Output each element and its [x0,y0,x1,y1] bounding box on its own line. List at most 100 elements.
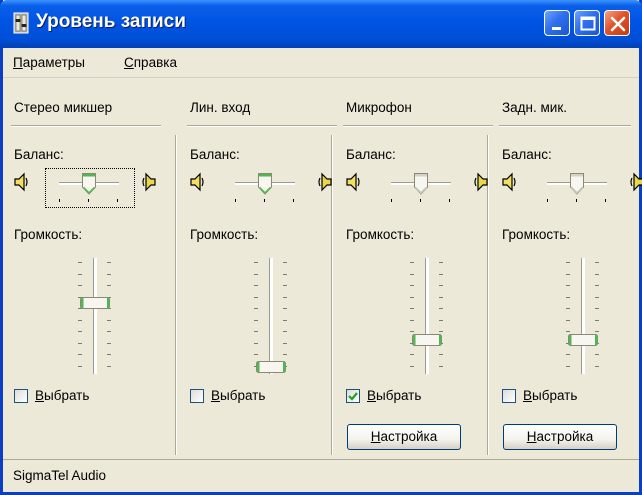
volume-tick [254,296,258,298]
balance-slider-thumb[interactable] [257,172,273,196]
menu-parameters[interactable]: Параметры [13,55,85,70]
volume-slider-thumb[interactable] [567,333,599,347]
minimize-button[interactable] [544,10,570,36]
volume-tick [595,319,599,321]
volume-slider-thumb[interactable] [255,360,287,374]
menu-help[interactable]: Справка [124,55,177,70]
device-name: SigmaTel Audio [13,468,107,483]
channel-header-separator [11,125,161,127]
volume-tick [439,273,443,275]
channel-header-separator [499,125,631,127]
channel-title: Микрофон [346,100,412,115]
volume-tick [283,354,287,355]
right-speaker-icon [142,172,156,192]
volume-tick [283,285,287,286]
right-speaker [473,172,489,192]
mixer-channels: Стерео микшер Баланс: Громкость: Выбрать Лин… [3,79,642,458]
volume-tick [595,262,599,263]
volume-tick [78,273,82,275]
volume-tick [254,285,258,286]
left-speaker-icon [346,172,360,192]
balance-slider-thumb[interactable] [413,172,429,196]
volume-label: Громкость: [502,227,571,242]
channel-header-separator [343,125,493,127]
volume-tick [254,319,258,321]
select-checkbox-label[interactable]: Выбрать [35,388,89,403]
volume-tick [107,262,111,263]
volume-tick [78,354,82,355]
menu-bar: Параметры Справка [3,48,639,78]
balance-tick [235,199,236,202]
settings-button[interactable]: Настройка [503,424,617,450]
volume-slider-track[interactable] [425,258,429,374]
right-speaker [141,172,157,192]
balance-label: Баланс: [502,147,552,162]
volume-tick [283,262,287,263]
volume-tick [410,262,414,263]
settings-button[interactable]: Настройка [347,424,461,450]
volume-tick [283,296,287,298]
volume-tick [410,308,414,309]
focus-indicator [45,168,135,208]
volume-tick [254,273,258,275]
volume-tick [107,331,111,332]
right-speaker [317,172,333,192]
channel-title: Лин. вход [190,100,251,115]
volume-slider-thumb[interactable] [79,296,111,310]
maximize-button[interactable] [574,10,600,36]
volume-tick [566,285,570,286]
volume-tick [566,296,570,298]
right-speaker-icon [630,172,642,192]
volume-slider-track[interactable] [269,258,273,374]
balance-tick [605,199,606,202]
balance-slider-thumb[interactable] [569,172,585,196]
volume-tick [439,285,443,286]
balance-tick [391,199,392,202]
close-icon [610,16,626,32]
volume-tick [107,319,111,321]
volume-tick [410,273,414,275]
volume-tick [566,262,570,263]
select-checkbox-label[interactable]: Выбрать [211,388,265,403]
left-speaker-icon [502,172,516,192]
volume-tick [410,296,414,298]
left-speaker-icon [190,172,204,192]
volume-tick [283,342,287,344]
select-checkbox-label[interactable]: Выбрать [523,388,577,403]
volume-slider-track[interactable] [93,258,97,374]
right-speaker-icon [318,172,332,192]
volume-tick [254,331,258,332]
volume-tick [254,342,258,344]
volume-tick [78,262,82,263]
volume-tick [107,342,111,344]
volume-slider-track[interactable] [581,258,585,374]
volume-tick [566,319,570,321]
left-speaker-icon [14,172,28,192]
right-speaker-icon [474,172,488,192]
select-checkbox[interactable] [14,389,28,403]
volume-tick [107,285,111,286]
volume-tick [439,262,443,263]
minimize-icon [552,27,561,30]
volume-tick [283,319,287,321]
select-checkbox-label[interactable]: Выбрать [367,388,421,403]
volume-tick [566,354,570,355]
title-bar[interactable]: Уровень записи [0,0,642,48]
volume-tick [410,319,414,321]
mixer-app-icon [13,12,29,34]
select-checkbox[interactable] [190,389,204,403]
volume-tick [595,308,599,309]
volume-tick [283,273,287,275]
select-checkbox[interactable] [502,389,516,403]
volume-tick [254,308,258,309]
balance-label: Баланс: [190,147,240,162]
volume-tick [78,319,82,321]
close-button[interactable] [604,10,630,36]
select-checkbox[interactable] [346,389,360,403]
volume-tick [107,365,111,367]
volume-tick [283,308,287,309]
window-title: Уровень записи [36,11,186,32]
volume-slider-thumb[interactable] [411,333,443,347]
maximize-icon [580,16,596,31]
volume-tick [254,354,258,355]
